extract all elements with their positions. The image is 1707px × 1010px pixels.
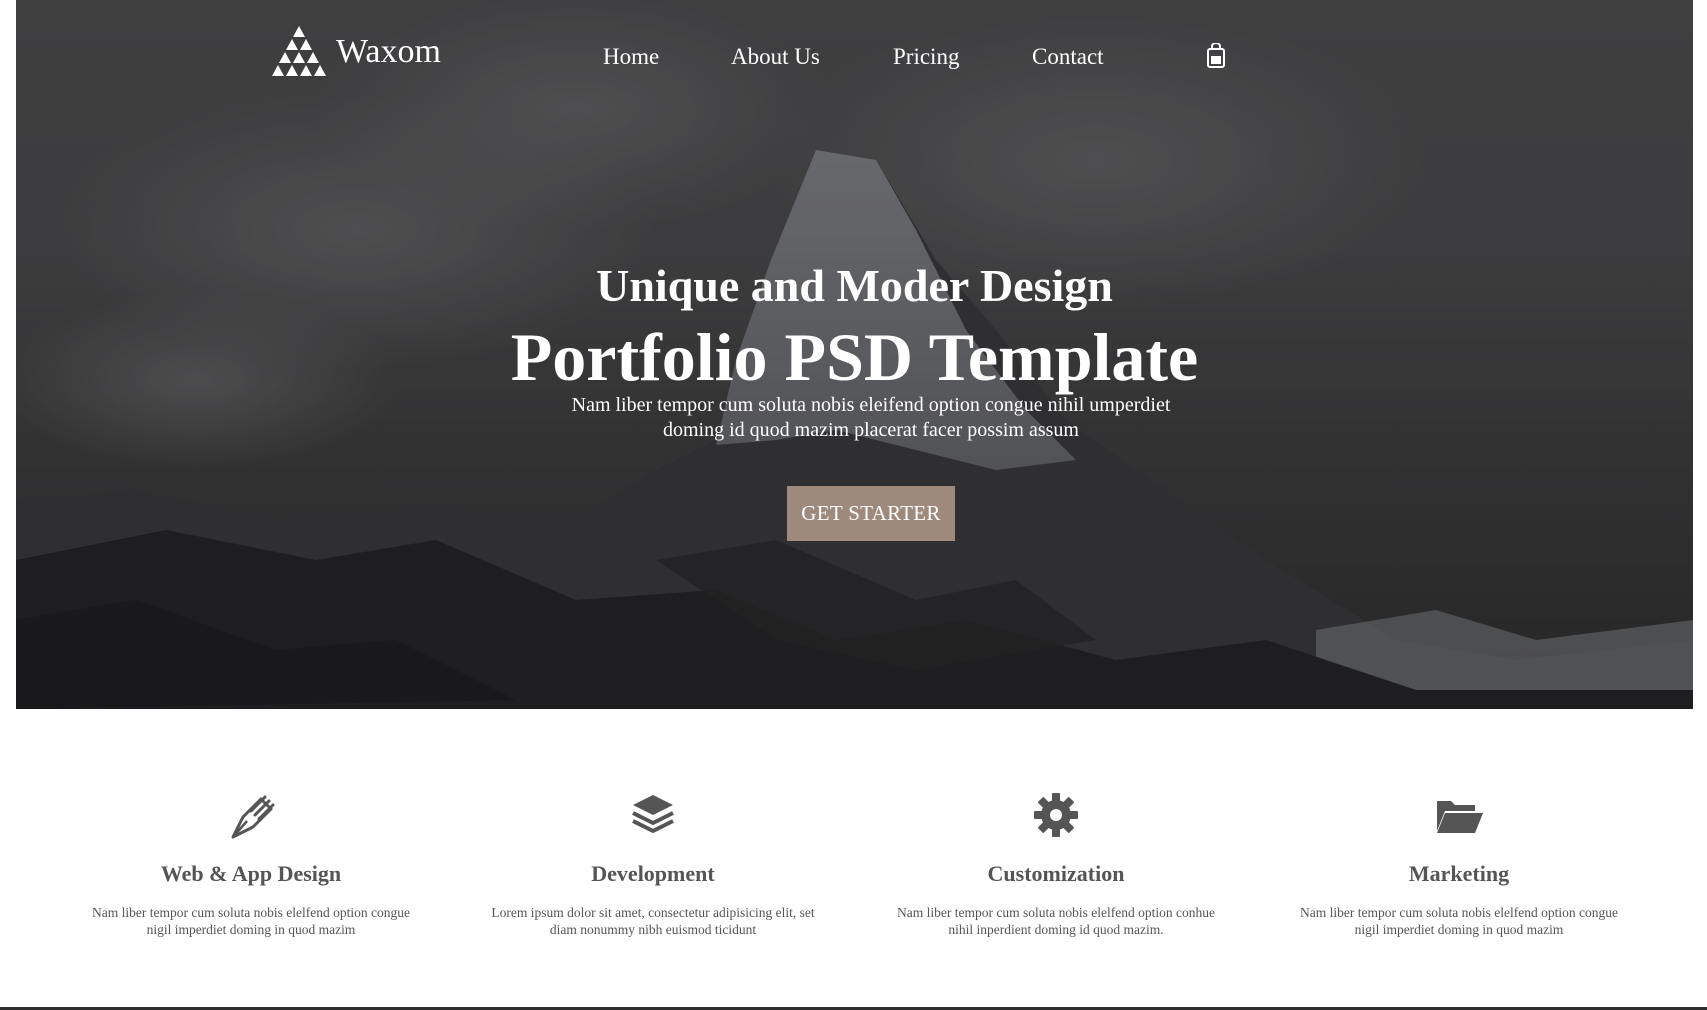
feature-title: Customization bbox=[987, 861, 1125, 886]
hero-description: Nam liber tempor cum soluta nobis eleife… bbox=[536, 393, 1206, 443]
feature-description-line-2: nigil imperdiet doming in quod mazim bbox=[1354, 922, 1564, 937]
pen-nib-icon bbox=[231, 795, 275, 839]
feature-title: Development bbox=[591, 861, 715, 886]
hero-subtitle: Unique and Moder Design bbox=[596, 260, 1113, 311]
feature-description-line-2: nihil inperdient doming id quod mazim. bbox=[948, 922, 1164, 937]
feature-description: Lorem ipsum dolor sit amet, consectetur … bbox=[478, 904, 828, 938]
nav-home[interactable]: Home bbox=[603, 42, 659, 72]
feature-description-line-1: Nam liber tempor cum soluta nobis elelfe… bbox=[92, 905, 410, 920]
main-navigation: Home About Us Pricing Contact bbox=[16, 42, 1693, 72]
feature-description: Nam liber tempor cum soluta nobis elelfe… bbox=[881, 904, 1231, 938]
gear-icon bbox=[1034, 793, 1078, 837]
hero-description-line-1: Nam liber tempor cum soluta nobis eleife… bbox=[571, 394, 1171, 416]
get-starter-button[interactable]: GET STARTER bbox=[787, 486, 955, 541]
nav-about-us[interactable]: About Us bbox=[731, 42, 820, 72]
feature-description-line-1: Lorem ipsum dolor sit amet, consectetur … bbox=[491, 905, 815, 920]
features-section: Web & App Design Nam liber tempor cum so… bbox=[0, 709, 1707, 1009]
nav-pricing[interactable]: Pricing bbox=[893, 42, 959, 72]
hero-description-line-2: doming id quod mazim placerat facer poss… bbox=[662, 419, 1079, 441]
feature-description: Nam liber tempor cum soluta nobis elelfe… bbox=[1284, 904, 1634, 938]
feature-title: Web & App Design bbox=[160, 861, 342, 886]
feature-description-line-1: Nam liber tempor cum soluta nobis elelfe… bbox=[897, 905, 1215, 920]
feature-description-line-1: Nam liber tempor cum soluta nobis elelfe… bbox=[1300, 905, 1618, 920]
nav-contact[interactable]: Contact bbox=[1032, 42, 1104, 72]
layers-icon bbox=[632, 795, 674, 833]
feature-description-line-2: nigil imperdiet doming in quod mazim bbox=[146, 922, 356, 937]
hero-section: Waxom Home About Us Pricing Contact Uniq… bbox=[16, 0, 1693, 709]
feature-description-line-2: diam nonummy nibh euismod ticidunt bbox=[549, 922, 757, 937]
folder-open-icon bbox=[1437, 801, 1483, 833]
feature-title: Marketing bbox=[1408, 861, 1510, 886]
shopping-bag-icon[interactable] bbox=[1206, 43, 1226, 69]
hero-title: Portfolio PSD Template bbox=[510, 319, 1199, 395]
feature-description: Nam liber tempor cum soluta nobis elelfe… bbox=[76, 904, 426, 938]
